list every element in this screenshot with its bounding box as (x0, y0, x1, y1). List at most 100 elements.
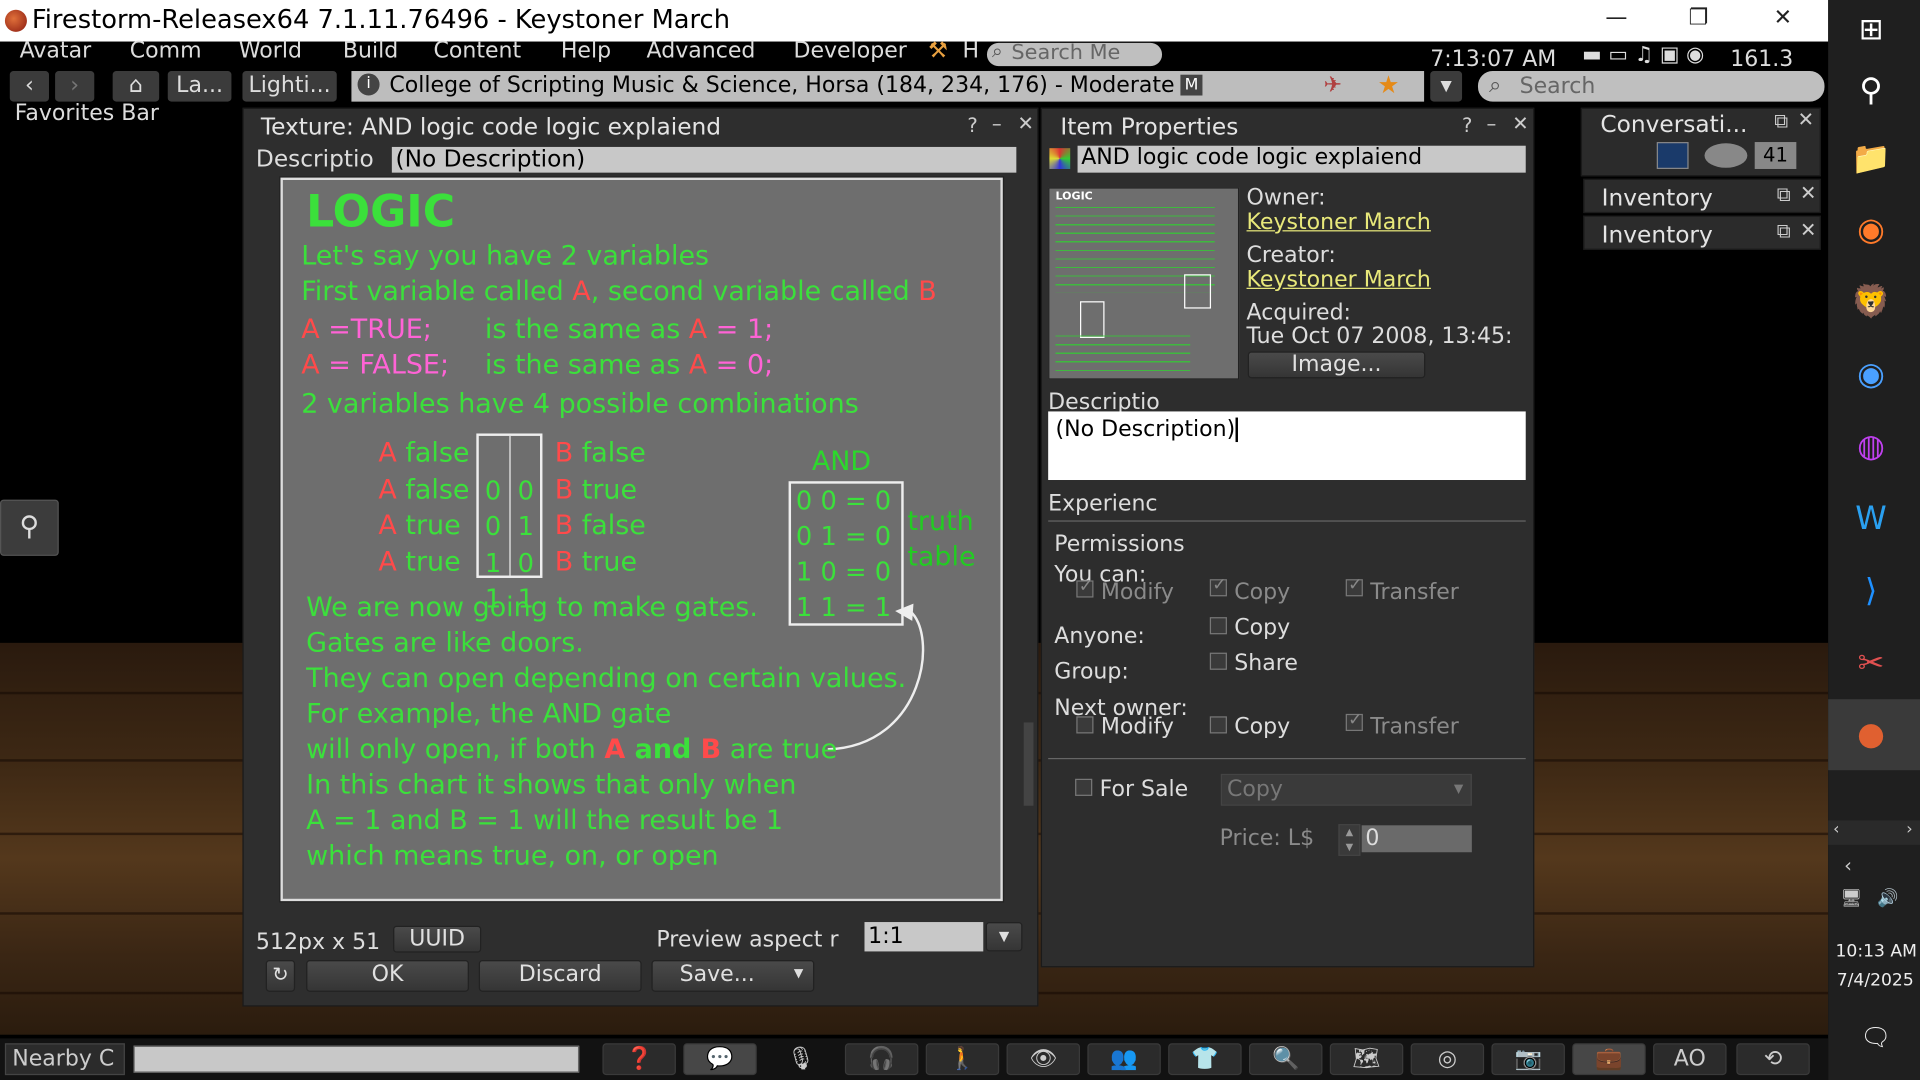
chat-bubble-icon[interactable] (1704, 143, 1748, 168)
close-icon[interactable]: ✕ (1018, 111, 1034, 134)
windsurf-icon[interactable]: W (1849, 497, 1893, 541)
parcel-property-icon[interactable]: ✈ (1324, 71, 1342, 100)
conversations-title[interactable]: Conversati... (1600, 111, 1747, 138)
info-icon[interactable]: i (357, 73, 380, 96)
help-icon[interactable]: ? (967, 114, 977, 137)
search-button[interactable]: 🔍 (1248, 1043, 1323, 1076)
close-icon[interactable]: ✕ (1758, 5, 1807, 34)
map-pin-button[interactable]: ⚲ (0, 499, 59, 556)
image-button[interactable]: Image... (1247, 351, 1426, 379)
map-button[interactable]: 🗺 (1329, 1043, 1404, 1076)
menu-avatar[interactable]: Avatar (20, 38, 92, 64)
tray-scrollbar[interactable]: ‹ › (1828, 820, 1920, 845)
vscode-icon[interactable]: ⟩ (1849, 569, 1893, 613)
close-icon[interactable]: ✕ (1798, 108, 1814, 131)
tools-icon[interactable]: ⚒ (928, 38, 948, 64)
texture-desc-field[interactable]: (No Description) (391, 146, 1017, 173)
refresh-button[interactable]: ↻ (265, 960, 296, 992)
brave-browser-icon[interactable]: 🦁 (1849, 280, 1893, 324)
firefox-icon[interactable]: ◉ (1849, 208, 1893, 252)
menu-help[interactable]: Help (561, 38, 611, 64)
help-icon[interactable]: ? (1462, 114, 1472, 137)
item-thumbnail[interactable]: LOGIC (1048, 187, 1240, 380)
speak-button[interactable]: 🎧 (844, 1043, 919, 1076)
close-icon[interactable]: ✕ (1800, 181, 1816, 204)
landmarks-button[interactable]: La... (167, 71, 232, 102)
menu-world[interactable]: World (239, 38, 302, 64)
undock-icon[interactable]: ⧉ (1774, 109, 1788, 133)
build-button[interactable]: ⟲ (1736, 1043, 1810, 1076)
uuid-button[interactable]: UUID (393, 925, 482, 953)
close-icon[interactable]: ✕ (1512, 111, 1528, 134)
firefox-dev-icon[interactable]: ◉ (1849, 353, 1893, 397)
save-button[interactable]: Save... ▼ (651, 960, 815, 992)
item-desc-field[interactable]: (No Description) (1048, 411, 1526, 481)
undock-icon[interactable]: ⧉ (1777, 182, 1791, 206)
discard-button[interactable]: Discard (478, 960, 642, 992)
menu-build[interactable]: Build (343, 38, 398, 64)
favorite-star-icon[interactable]: ★ (1378, 70, 1400, 99)
view-button[interactable]: 👁 (1006, 1043, 1081, 1076)
forward-button[interactable]: › (55, 71, 95, 102)
next-owner-modify-checkbox[interactable] (1076, 716, 1094, 734)
minimize-icon[interactable]: – (992, 111, 1002, 134)
owner-link[interactable]: Keystoner March (1247, 209, 1431, 235)
nav-search-input[interactable]: ⌕ Search (1477, 71, 1825, 102)
search-icon[interactable]: ⚲ (1849, 69, 1893, 113)
creator-link[interactable]: Keystoner March (1247, 267, 1431, 293)
anyone-copy-checkbox[interactable] (1209, 617, 1227, 635)
minimap-button[interactable]: ◎ (1410, 1043, 1485, 1076)
move-button[interactable]: 🚶 (925, 1043, 1000, 1076)
taskbar-date[interactable]: 7/4/2025 (1837, 971, 1914, 991)
floater-scrollbar[interactable] (1023, 722, 1034, 806)
next-owner-copy-checkbox[interactable] (1209, 716, 1227, 734)
undock-icon[interactable]: ⧉ (1777, 219, 1791, 243)
restore-icon[interactable]: ❐ (1674, 5, 1723, 34)
location-dropdown-button[interactable]: ▼ (1430, 71, 1463, 102)
chat-input[interactable] (133, 1045, 580, 1073)
menu-developer[interactable]: Developer (793, 38, 906, 64)
menu-content[interactable]: Content (433, 38, 521, 64)
snip-tool-icon[interactable]: ✂ (1849, 642, 1893, 686)
inventory-title-2[interactable]: Inventory (1602, 222, 1713, 249)
volume-icon[interactable]: 🔊 (1877, 889, 1898, 909)
file-explorer-icon[interactable]: 📁 (1849, 137, 1893, 181)
help-guide-button[interactable]: ❓ (602, 1043, 676, 1076)
inventory-button[interactable]: 💼 (1572, 1043, 1646, 1076)
inventory-title-1[interactable]: Inventory (1602, 185, 1713, 212)
ao-button[interactable]: AO (1653, 1043, 1727, 1076)
snapshot-button[interactable]: 📷 (1491, 1043, 1565, 1076)
nearby-chat-button[interactable]: Nearby C (4, 1043, 125, 1076)
conversation-thumbnail[interactable] (1656, 142, 1689, 169)
menu-search-input[interactable]: ⌕ Search Me (986, 39, 1163, 67)
menu-h-label[interactable]: H (962, 38, 979, 64)
menu-comm[interactable]: Comm (130, 38, 202, 64)
back-button[interactable]: ‹ (9, 71, 49, 102)
group-share-checkbox[interactable] (1209, 652, 1227, 670)
voice-button[interactable]: 🎙 (764, 1043, 837, 1075)
appearance-button[interactable]: 👕 (1168, 1043, 1242, 1076)
menu-advanced[interactable]: Advanced (647, 38, 756, 64)
item-name-field[interactable]: AND logic code logic explaiend (1077, 145, 1526, 173)
conversation-count-badge[interactable]: 41 (1754, 142, 1797, 169)
tor-browser-icon[interactable]: ◍ (1849, 425, 1893, 469)
taskbar-time[interactable]: 10:13 AM (1836, 942, 1917, 962)
people-button[interactable]: 👥 (1087, 1043, 1161, 1076)
home-button[interactable]: ⌂ (112, 71, 160, 102)
chevron-left-icon[interactable]: ‹ (1844, 853, 1852, 876)
ok-button[interactable]: OK (306, 960, 469, 992)
for-sale-checkbox[interactable] (1075, 778, 1093, 796)
minimize-icon[interactable]: — (1592, 5, 1641, 34)
network-icon[interactable]: 🖥 (1840, 889, 1862, 909)
favorites-bar[interactable]: Favorites Bar (15, 100, 159, 126)
aspect-ratio-select[interactable]: 1:1 (864, 922, 984, 952)
notifications-icon[interactable]: 🗨 (1860, 1022, 1891, 1051)
windows-start-icon[interactable]: ⊞ (1849, 7, 1893, 51)
aspect-dropdown-button[interactable]: ▼ (985, 922, 1023, 952)
media-status-icons[interactable]: ▬ ▭ ♫ ▣ ◉ (1582, 43, 1704, 67)
lighting-button[interactable]: Lighti... (242, 71, 337, 102)
close-icon[interactable]: ✕ (1800, 218, 1816, 241)
firestorm-taskbar-icon[interactable]: ● (1849, 713, 1893, 757)
minimize-icon[interactable]: – (1487, 111, 1497, 134)
chat-button[interactable]: 💬 (683, 1043, 757, 1076)
